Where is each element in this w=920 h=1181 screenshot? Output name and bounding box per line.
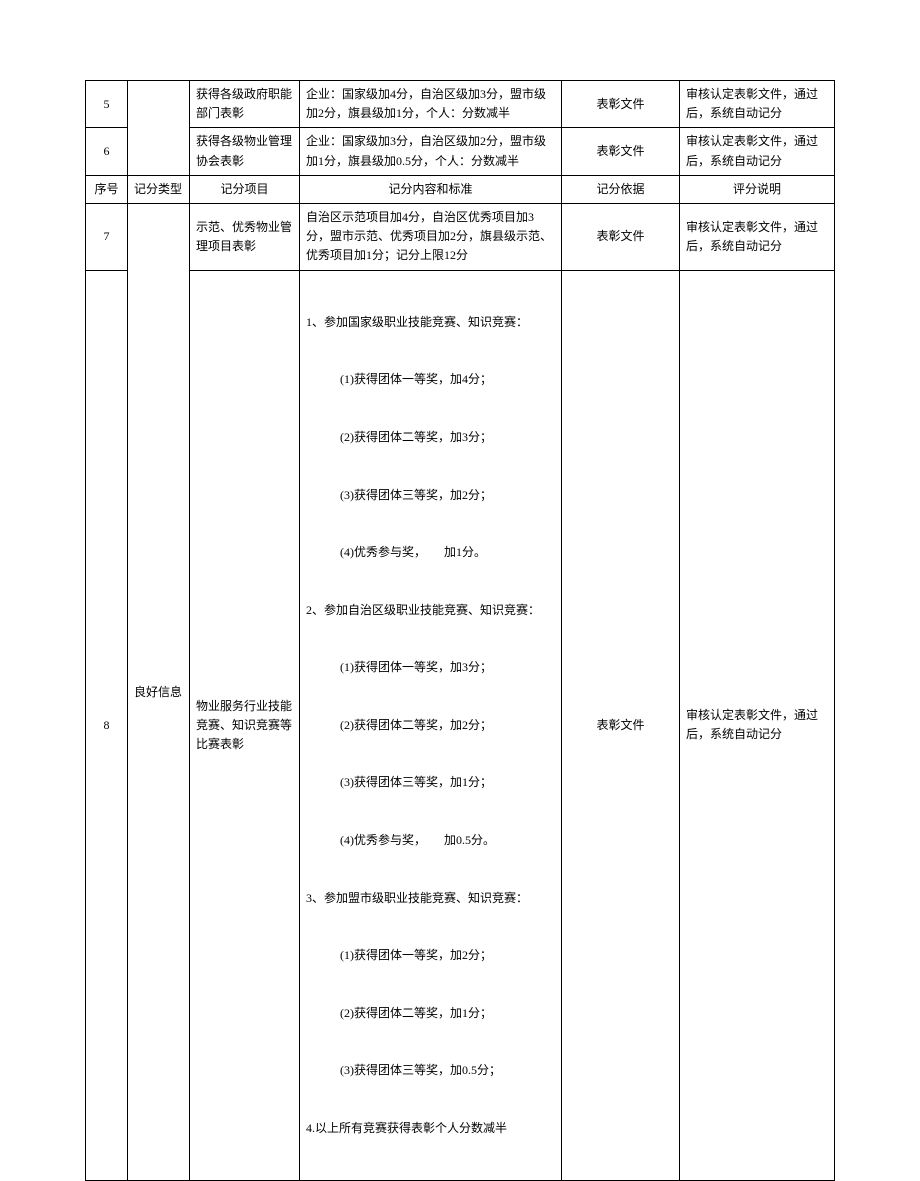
content-line: 4.以上所有竞赛获得表彰个人分数减半 xyxy=(306,1119,555,1138)
cell-content: 企业：国家级加3分，自治区级加2分，盟市级加1分，旗县级加0.5分，个人：分数减… xyxy=(300,128,562,175)
cell-type-blank xyxy=(128,81,190,176)
content-line: (4)优秀参与奖， 加0.5分。 xyxy=(306,831,555,850)
cell-idx: 5 xyxy=(86,81,128,128)
scoring-table: 5 获得各级政府职能部门表彰 企业：国家级加4分，自治区级加3分，盟市级加2分，… xyxy=(85,80,835,1181)
cell-basis: 表彰文件 xyxy=(562,270,680,1181)
cell-idx: 8 xyxy=(86,270,128,1181)
table-row: 8 物业服务行业技能竞赛、知识竞赛等比赛表彰 1、参加国家级职业技能竞赛、知识竞… xyxy=(86,270,835,1181)
header-item: 记分项目 xyxy=(190,175,300,203)
cell-idx: 6 xyxy=(86,128,128,175)
table-row: 6 获得各级物业管理协会表彰 企业：国家级加3分，自治区级加2分，盟市级加1分，… xyxy=(86,128,835,175)
content-line: 3、参加盟市级职业技能竞赛、知识竞赛： xyxy=(306,889,555,908)
content-line: (2)获得团体二等奖，加3分； xyxy=(306,428,555,447)
content-line: 1、参加国家级职业技能竞赛、知识竞赛： xyxy=(306,313,555,332)
header-type: 记分类型 xyxy=(128,175,190,203)
cell-type: 良好信息 xyxy=(128,203,190,1180)
cell-basis: 表彰文件 xyxy=(562,81,680,128)
cell-note: 审核认定表彰文件，通过后，系统自动记分 xyxy=(680,203,835,270)
cell-note: 审核认定表彰文件，通过后，系统自动记分 xyxy=(680,81,835,128)
header-basis: 记分依据 xyxy=(562,175,680,203)
content-line: (3)获得团体三等奖，加2分； xyxy=(306,486,555,505)
cell-idx: 7 xyxy=(86,203,128,270)
header-content: 记分内容和标准 xyxy=(300,175,562,203)
document-page: 5 获得各级政府职能部门表彰 企业：国家级加4分，自治区级加3分，盟市级加2分，… xyxy=(0,0,920,651)
cell-item: 示范、优秀物业管理项目表彰 xyxy=(190,203,300,270)
header-idx: 序号 xyxy=(86,175,128,203)
content-line: (2)获得团体二等奖，加1分； xyxy=(306,1004,555,1023)
cell-basis: 表彰文件 xyxy=(562,203,680,270)
cell-note: 审核认定表彰文件，通过后，系统自动记分 xyxy=(680,128,835,175)
cell-content: 企业：国家级加4分，自治区级加3分，盟市级加2分，旗县级加1分，个人：分数减半 xyxy=(300,81,562,128)
content-line: (1)获得团体一等奖，加4分； xyxy=(306,370,555,389)
cell-basis: 表彰文件 xyxy=(562,128,680,175)
cell-item: 获得各级物业管理协会表彰 xyxy=(190,128,300,175)
content-line: (1)获得团体一等奖，加3分； xyxy=(306,658,555,677)
cell-item: 物业服务行业技能竞赛、知识竞赛等比赛表彰 xyxy=(190,270,300,1181)
cell-content: 自治区示范项目加4分，自治区优秀项目加3分，盟市示范、优秀项目加2分，旗县级示范… xyxy=(300,203,562,270)
table-header-row: 序号 记分类型 记分项目 记分内容和标准 记分依据 评分说明 xyxy=(86,175,835,203)
table-row: 5 获得各级政府职能部门表彰 企业：国家级加4分，自治区级加3分，盟市级加2分，… xyxy=(86,81,835,128)
content-line: 2、参加自治区级职业技能竞赛、知识竞赛： xyxy=(306,601,555,620)
content-line: (1)获得团体一等奖，加2分； xyxy=(306,946,555,965)
content-line: (3)获得团体三等奖，加0.5分； xyxy=(306,1061,555,1080)
cell-content: 1、参加国家级职业技能竞赛、知识竞赛： (1)获得团体一等奖，加4分； (2)获… xyxy=(300,270,562,1181)
content-line: (2)获得团体二等奖，加2分； xyxy=(306,716,555,735)
cell-note: 审核认定表彰文件，通过后，系统自动记分 xyxy=(680,270,835,1181)
content-line: (3)获得团体三等奖，加1分； xyxy=(306,773,555,792)
table-row: 7 良好信息 示范、优秀物业管理项目表彰 自治区示范项目加4分，自治区优秀项目加… xyxy=(86,203,835,270)
cell-item: 获得各级政府职能部门表彰 xyxy=(190,81,300,128)
header-note: 评分说明 xyxy=(680,175,835,203)
content-line: (4)优秀参与奖， 加1分。 xyxy=(306,543,555,562)
